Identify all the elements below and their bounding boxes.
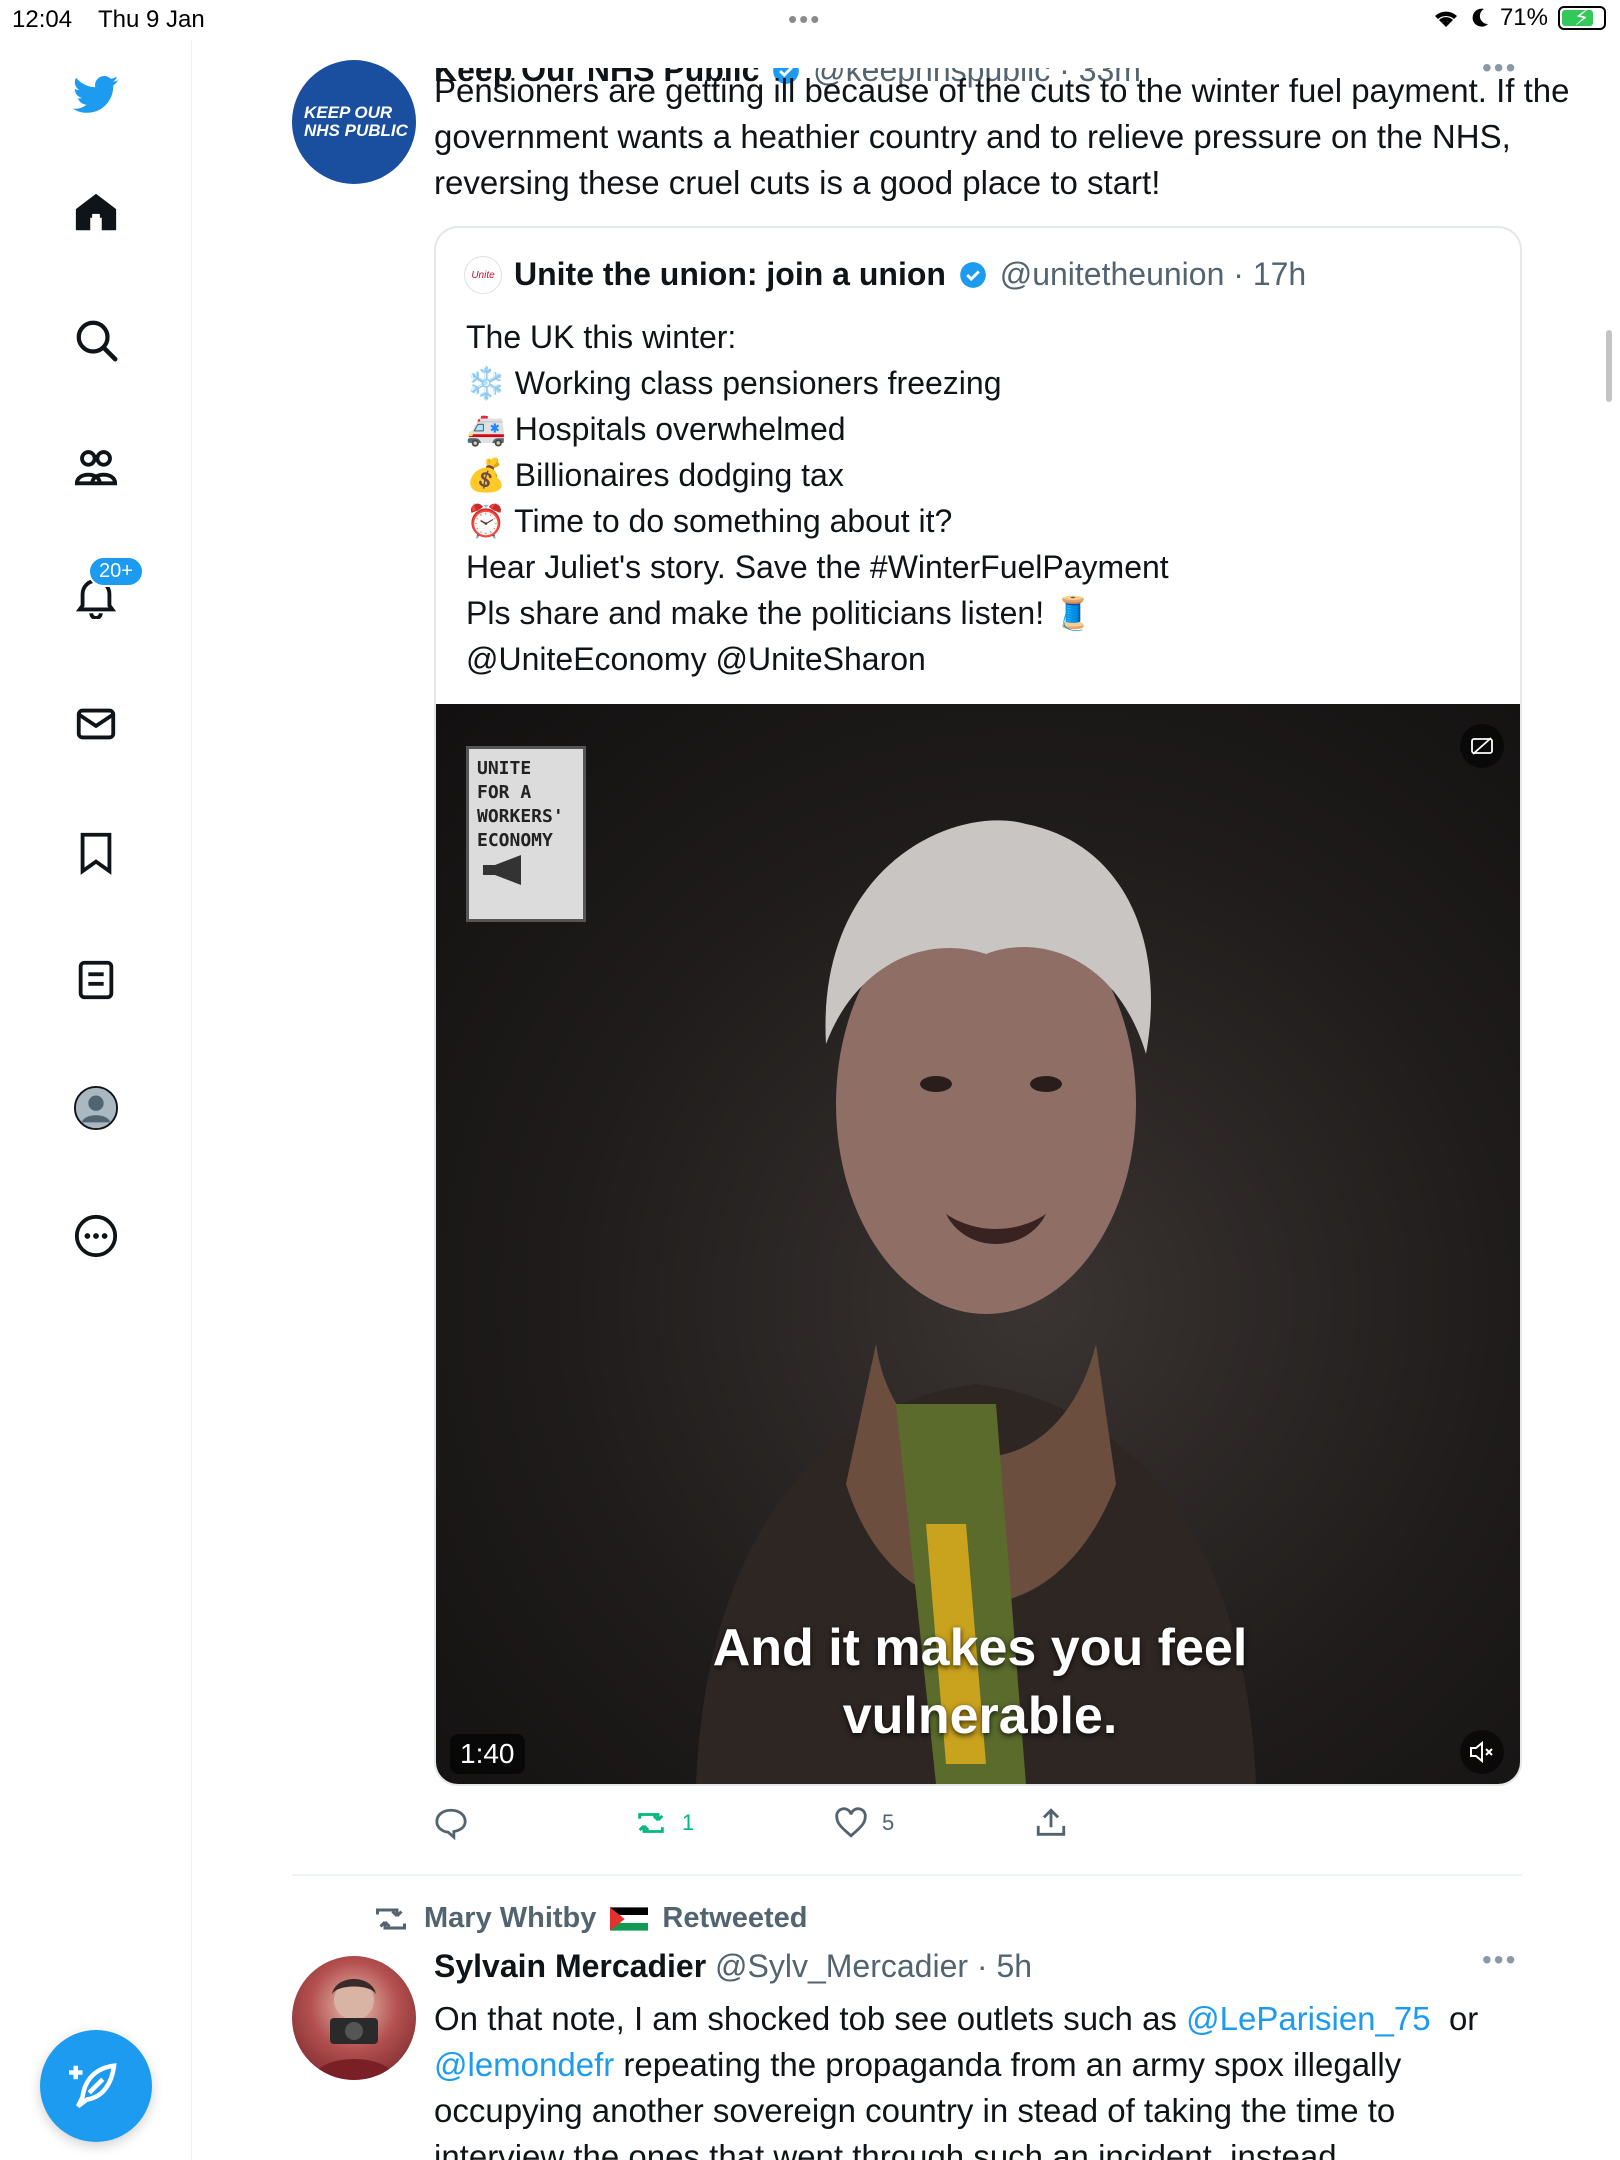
quoted-text-line: Hear Juliet's story. Save the #WinterFue…: [466, 549, 1169, 585]
battery-percent: 71%: [1499, 4, 1548, 31]
quoted-text-line: ❄️ Working class pensioners freezing: [466, 365, 1002, 401]
like-button[interactable]: 5: [834, 1806, 894, 1840]
tweet-text: Pensioners are getting ill because of th…: [434, 72, 1570, 201]
quoted-author-handle: @unitetheunion: [999, 256, 1225, 292]
video-duration: 1:40: [450, 1734, 525, 1774]
mention-link[interactable]: @LeParisien_75: [1186, 2000, 1431, 2037]
status-indicators: 71% ⚡: [1432, 4, 1606, 32]
quoted-tweet-header: Unite the union: join a union @unitetheu…: [514, 256, 1306, 293]
bookmarks-icon[interactable]: [64, 820, 128, 884]
status-date: Thu 9 Jan: [98, 6, 205, 33]
quoted-author-avatar: Unite: [464, 256, 502, 294]
avatar-logo-text-1: KEEP OUR: [304, 103, 393, 122]
tweet-author-handle[interactable]: @Sylv_Mercadier: [715, 1948, 968, 1984]
quoted-text-line: Pls share and make the politicians liste…: [466, 595, 1093, 631]
subtitle-line-2: vulnerable.: [842, 1687, 1118, 1745]
home-icon[interactable]: [64, 180, 128, 244]
retweet-icon: [376, 1908, 406, 1929]
tweet-text: On that note, I am shocked tob see outle…: [434, 1996, 1574, 2160]
tweet-more-icon[interactable]: •••: [1482, 1944, 1517, 1976]
retweeted-by-line[interactable]: Mary Whitby Retweeted: [372, 1902, 807, 1935]
video-player[interactable]: UNITE FOR A WORKERS' ECONOMY And it make…: [436, 704, 1520, 1784]
quoted-text-line: @UniteEconomy @UniteSharon: [466, 641, 926, 677]
sign-text-line: WORKERS': [477, 806, 564, 827]
compose-tweet-button[interactable]: [40, 2030, 152, 2142]
lists-icon[interactable]: [64, 948, 128, 1012]
sign-text-line: UNITE: [477, 758, 532, 779]
retweet-button[interactable]: 1: [634, 1806, 694, 1840]
subtitle-line-1: And it makes you feel: [712, 1619, 1248, 1677]
unite-sign: UNITE FOR A WORKERS' ECONOMY: [466, 746, 586, 922]
sign-text-line: ECONOMY: [477, 830, 553, 851]
quoted-author-name: Unite the union: join a union: [514, 256, 946, 292]
sidebar: 20+: [0, 40, 192, 2160]
palestine-flag-icon: [610, 1906, 649, 1931]
quoted-text-line: 💰 Billionaires dodging tax: [466, 457, 844, 493]
tweet-author-avatar[interactable]: KEEP OUR NHS PUBLIC: [292, 60, 416, 184]
avatar-logo-text-2: NHS PUBLIC: [304, 121, 408, 140]
megaphone-icon: [483, 855, 521, 885]
tweet-header: Sylvain Mercadier @Sylv_Mercadier · 5h: [434, 1948, 1032, 1985]
moon-icon: [1472, 8, 1488, 27]
mute-button[interactable]: [1460, 1730, 1504, 1774]
more-options-icon[interactable]: [64, 1204, 128, 1268]
speaker-muted-icon: [1470, 1740, 1493, 1764]
sign-text-line: FOR A: [477, 782, 532, 803]
tweet-actions: 1 5: [434, 1806, 1434, 1846]
quoted-tweet[interactable]: Unite Unite the union: join a union @uni…: [434, 226, 1522, 1786]
tweet-divider: [292, 1874, 1522, 1876]
tweet-text-line: occupying another sovereign country in s…: [434, 2092, 1396, 2129]
search-icon[interactable]: [64, 308, 128, 372]
status-bar: 12:04 Thu 9 Jan ••• 71% ⚡: [0, 0, 1620, 40]
tweet-text-segment: or: [1448, 2000, 1479, 2037]
tweet-text-segment: repeating the propaganda from an army sp…: [623, 2046, 1402, 2083]
quoted-text-line: 🚑 Hospitals overwhelmed: [466, 411, 846, 447]
share-button[interactable]: [1034, 1806, 1068, 1840]
quoted-text-line: ⏰ Time to do something about it?: [466, 503, 953, 539]
heart-icon: [835, 1807, 867, 1838]
compose-feather-icon: [69, 2063, 117, 2109]
battery-icon: ⚡: [1558, 5, 1606, 30]
tweet-timestamp[interactable]: 5h: [996, 1948, 1032, 1984]
quoted-timestamp: 17h: [1252, 256, 1307, 292]
timeline[interactable]: KEEP OUR NHS PUBLIC Keep Our NHS Public …: [192, 40, 1620, 2160]
share-icon: [1036, 1808, 1066, 1836]
tweet-text-segment: On that note, I am shocked tob see outle…: [434, 2000, 1177, 2037]
avatar-photo: [312, 1979, 396, 2080]
mention-link[interactable]: @lemondefr: [434, 2046, 614, 2083]
retweet-count: 1: [682, 1810, 695, 1835]
scrollbar[interactable]: [1606, 330, 1612, 402]
tweet-separator: ·: [976, 1948, 997, 1984]
tweet-author-name[interactable]: Sylvain Mercadier: [434, 1948, 706, 1984]
retweeter-name: Mary Whitby: [424, 1902, 597, 1934]
captions-icon: [1471, 737, 1493, 755]
verified-badge-icon: [959, 262, 986, 288]
tweet-author-avatar[interactable]: [292, 1956, 416, 2080]
multitask-dots-icon[interactable]: •••: [788, 4, 821, 35]
captions-button[interactable]: [1460, 724, 1504, 768]
video-subtitle: And it makes you feel vulnerable.: [436, 1614, 1520, 1750]
quoted-separator: ·: [1233, 256, 1253, 292]
quoted-text-line: The UK this winter:: [466, 319, 737, 355]
quoted-tweet-text: The UK this winter: ❄️ Working class pen…: [466, 314, 1486, 682]
like-count: 5: [882, 1810, 895, 1835]
retweet-icon: [638, 1813, 664, 1833]
retweeted-label: Retweeted: [662, 1902, 808, 1934]
twitter-logo-icon[interactable]: [64, 62, 128, 126]
reply-icon: [435, 1808, 467, 1840]
tweet-text-line: interview the ones that went through suc…: [434, 2138, 1337, 2160]
messages-icon[interactable]: [64, 692, 128, 756]
reply-button[interactable]: [434, 1806, 468, 1840]
wifi-icon: [1434, 11, 1457, 27]
profile-avatar-icon[interactable]: [64, 1076, 128, 1140]
status-time: 12:04: [12, 6, 73, 33]
communities-icon[interactable]: [64, 436, 128, 500]
notifications-badge: 20+: [88, 556, 144, 587]
